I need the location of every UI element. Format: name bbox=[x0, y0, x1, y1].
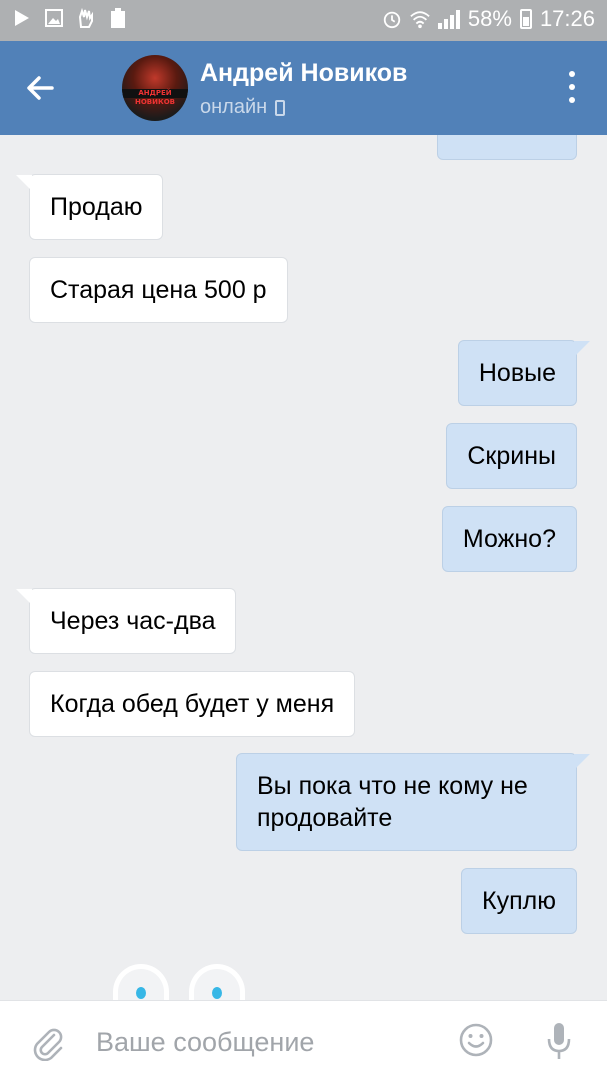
signal-icon bbox=[437, 9, 460, 29]
message-bubble-incoming[interactable]: Продаю bbox=[16, 174, 164, 240]
avatar[interactable]: АНДРЕЙ НОВИКОВ bbox=[122, 55, 188, 121]
message-text: Можно? bbox=[462, 525, 556, 553]
more-menu-icon[interactable] bbox=[569, 71, 577, 103]
avatar-text: АНДРЕЙ НОВИКОВ bbox=[122, 89, 188, 106]
image-icon bbox=[44, 7, 64, 29]
message-bubble-outgoing[interactable]: Вы пока что не кому не продовайте bbox=[236, 753, 590, 851]
message-bubble-partial[interactable] bbox=[437, 135, 577, 160]
bubble-tail bbox=[16, 589, 32, 605]
mobile-icon bbox=[275, 99, 286, 116]
message-bubble-outgoing[interactable]: Новые bbox=[457, 340, 590, 406]
wifi-icon bbox=[410, 8, 430, 30]
contact-status: онлайн bbox=[200, 96, 286, 119]
microphone-icon[interactable] bbox=[544, 1021, 574, 1061]
message-text: Новые bbox=[478, 359, 556, 387]
message-text: Куплю bbox=[482, 887, 556, 915]
recycle-icon bbox=[108, 7, 128, 29]
battery-percent: 58% bbox=[467, 6, 512, 31]
message-input-bar bbox=[0, 1000, 607, 1080]
message-bubble-incoming[interactable]: Старая цена 500 р bbox=[29, 257, 288, 323]
message-bubble-incoming[interactable]: Через час-два bbox=[16, 588, 237, 654]
bubble-tail bbox=[16, 175, 32, 191]
message-bubble-outgoing[interactable]: Скрины bbox=[446, 423, 577, 489]
sticker-eye-right[interactable] bbox=[189, 964, 245, 1000]
play-icon bbox=[12, 7, 32, 29]
message-input[interactable] bbox=[96, 1023, 426, 1061]
contact-name[interactable]: Андрей Новиков bbox=[200, 59, 407, 88]
chat-header: АНДРЕЙ НОВИКОВ Андрей Новиков онлайн bbox=[0, 41, 607, 135]
message-bubble-outgoing[interactable]: Можно? bbox=[441, 506, 577, 572]
message-text: Вы пока что не кому не продовайте bbox=[257, 772, 528, 832]
bubble-tail bbox=[574, 754, 590, 770]
status-bar: 58% 17:26 bbox=[0, 0, 607, 41]
clock: 17:26 bbox=[539, 6, 595, 31]
emoji-icon[interactable] bbox=[458, 1022, 494, 1058]
sticker-eye-left[interactable] bbox=[113, 964, 169, 1000]
paperclip-icon[interactable] bbox=[30, 1025, 66, 1062]
back-arrow-icon[interactable] bbox=[22, 69, 60, 107]
message-text: Когда обед будет у меня bbox=[50, 690, 335, 718]
bubble-tail bbox=[574, 341, 590, 357]
status-text: онлайн bbox=[200, 96, 268, 118]
message-text: Через час-два bbox=[50, 607, 216, 635]
message-list[interactable]: Продаю Старая цена 500 р Новые Скрины Мо… bbox=[0, 135, 607, 1000]
hand-icon bbox=[76, 7, 96, 29]
battery-icon bbox=[519, 9, 532, 29]
message-text: Скрины bbox=[467, 442, 556, 470]
message-bubble-incoming[interactable]: Когда обед будет у меня bbox=[29, 671, 356, 737]
message-bubble-outgoing[interactable]: Куплю bbox=[461, 868, 577, 934]
message-text: Продаю bbox=[50, 193, 143, 221]
alarm-icon bbox=[382, 8, 402, 30]
message-text: Старая цена 500 р bbox=[50, 276, 267, 304]
